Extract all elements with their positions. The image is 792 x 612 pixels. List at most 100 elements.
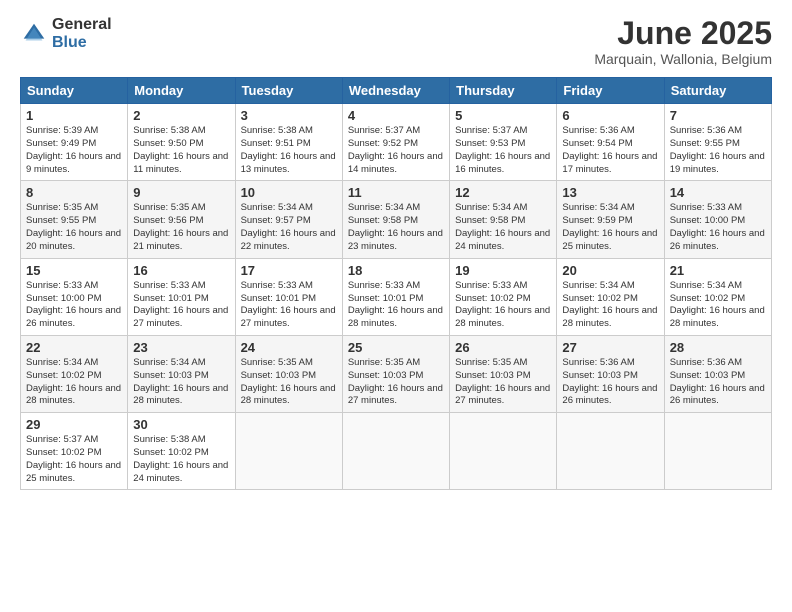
day-info: Sunrise: 5:35 AMSunset: 9:55 PMDaylight:… (26, 202, 122, 253)
calendar-cell: 20Sunrise: 5:34 AMSunset: 10:02 PMDaylig… (557, 258, 664, 335)
calendar-cell (342, 413, 449, 490)
calendar-cell (557, 413, 664, 490)
day-info: Sunrise: 5:33 AMSunset: 10:02 PMDaylight… (455, 280, 551, 331)
day-number: 12 (455, 185, 551, 200)
day-info: Sunrise: 5:33 AMSunset: 10:00 PMDaylight… (670, 202, 766, 253)
day-info: Sunrise: 5:35 AMSunset: 10:03 PMDaylight… (348, 357, 444, 408)
day-info: Sunrise: 5:36 AMSunset: 9:54 PMDaylight:… (562, 125, 658, 176)
calendar-cell: 1 Sunrise: 5:39 AMSunset: 9:49 PMDaylight… (21, 104, 128, 181)
calendar-cell: 23 Sunrise: 5:34 AMSunset: 10:03 PMDaylig… (128, 335, 235, 412)
calendar-cell: 21Sunrise: 5:34 AMSunset: 10:02 PMDaylig… (664, 258, 771, 335)
day-info: Sunrise: 5:34 AMSunset: 10:02 PMDaylight… (670, 280, 766, 331)
calendar-cell: 11 Sunrise: 5:34 AMSunset: 9:58 PMDayligh… (342, 181, 449, 258)
day-number: 14 (670, 185, 766, 200)
logo-general-text: General (52, 16, 112, 34)
weekday-header-thursday: Thursday (450, 78, 557, 104)
weekday-header-friday: Friday (557, 78, 664, 104)
day-info: Sunrise: 5:35 AMSunset: 10:03 PMDaylight… (241, 357, 337, 408)
day-info: Sunrise: 5:38 AMSunset: 9:50 PMDaylight:… (133, 125, 229, 176)
month-title: June 2025 (594, 16, 772, 51)
day-number: 26 (455, 340, 551, 355)
day-number: 6 (562, 108, 658, 123)
day-number: 15 (26, 263, 122, 278)
calendar-cell: 19 Sunrise: 5:33 AMSunset: 10:02 PMDaylig… (450, 258, 557, 335)
calendar-cell: 12 Sunrise: 5:34 AMSunset: 9:58 PMDayligh… (450, 181, 557, 258)
calendar-cell: 8Sunrise: 5:35 AMSunset: 9:55 PMDaylight… (21, 181, 128, 258)
weekday-header-tuesday: Tuesday (235, 78, 342, 104)
day-number: 1 (26, 108, 122, 123)
calendar: SundayMondayTuesdayWednesdayThursdayFrid… (20, 77, 772, 490)
day-number: 18 (348, 263, 444, 278)
day-info: Sunrise: 5:34 AMSunset: 10:03 PMDaylight… (133, 357, 229, 408)
calendar-cell: 17Sunrise: 5:33 AMSunset: 10:01 PMDaylig… (235, 258, 342, 335)
day-info: Sunrise: 5:36 AMSunset: 10:03 PMDaylight… (562, 357, 658, 408)
day-info: Sunrise: 5:37 AMSunset: 9:53 PMDaylight:… (455, 125, 551, 176)
calendar-cell: 5Sunrise: 5:37 AMSunset: 9:53 PMDaylight… (450, 104, 557, 181)
day-number: 27 (562, 340, 658, 355)
weekday-header-saturday: Saturday (664, 78, 771, 104)
day-info: Sunrise: 5:34 AMSunset: 9:57 PMDaylight:… (241, 202, 337, 253)
day-number: 30 (133, 417, 229, 432)
logo-icon (20, 20, 48, 48)
logo-blue-text: Blue (52, 34, 112, 52)
day-number: 4 (348, 108, 444, 123)
calendar-cell: 22 Sunrise: 5:34 AMSunset: 10:02 PMDaylig… (21, 335, 128, 412)
calendar-cell (664, 413, 771, 490)
weekday-header-row: SundayMondayTuesdayWednesdayThursdayFrid… (21, 78, 772, 104)
day-info: Sunrise: 5:34 AMSunset: 9:58 PMDaylight:… (348, 202, 444, 253)
day-number: 11 (348, 185, 444, 200)
day-info: Sunrise: 5:34 AMSunset: 9:58 PMDaylight:… (455, 202, 551, 253)
header: General Blue June 2025 Marquain, Walloni… (20, 16, 772, 67)
calendar-cell: 27 Sunrise: 5:36 AMSunset: 10:03 PMDaylig… (557, 335, 664, 412)
calendar-cell: 14 Sunrise: 5:33 AMSunset: 10:00 PMDaylig… (664, 181, 771, 258)
day-info: Sunrise: 5:39 AMSunset: 9:49 PMDaylight:… (26, 125, 122, 176)
calendar-cell: 4 Sunrise: 5:37 AMSunset: 9:52 PMDaylight… (342, 104, 449, 181)
calendar-cell: 16Sunrise: 5:33 AMSunset: 10:01 PMDaylig… (128, 258, 235, 335)
location: Marquain, Wallonia, Belgium (594, 51, 772, 67)
day-info: Sunrise: 5:35 AMSunset: 10:03 PMDaylight… (455, 357, 551, 408)
calendar-cell: 13Sunrise: 5:34 AMSunset: 9:59 PMDayligh… (557, 181, 664, 258)
weekday-header-monday: Monday (128, 78, 235, 104)
calendar-cell: 3 Sunrise: 5:38 AMSunset: 9:51 PMDaylight… (235, 104, 342, 181)
calendar-cell: 29 Sunrise: 5:37 AMSunset: 10:02 PMDaylig… (21, 413, 128, 490)
day-info: Sunrise: 5:36 AMSunset: 9:55 PMDaylight:… (670, 125, 766, 176)
day-info: Sunrise: 5:37 AMSunset: 9:52 PMDaylight:… (348, 125, 444, 176)
day-info: Sunrise: 5:33 AMSunset: 10:01 PMDaylight… (133, 280, 229, 331)
calendar-cell: 15Sunrise: 5:33 AMSunset: 10:00 PMDaylig… (21, 258, 128, 335)
day-info: Sunrise: 5:37 AMSunset: 10:02 PMDaylight… (26, 434, 122, 485)
day-number: 28 (670, 340, 766, 355)
day-number: 23 (133, 340, 229, 355)
calendar-cell: 24 Sunrise: 5:35 AMSunset: 10:03 PMDaylig… (235, 335, 342, 412)
day-number: 20 (562, 263, 658, 278)
calendar-cell: 28 Sunrise: 5:36 AMSunset: 10:03 PMDaylig… (664, 335, 771, 412)
day-info: Sunrise: 5:34 AMSunset: 10:02 PMDaylight… (26, 357, 122, 408)
day-number: 2 (133, 108, 229, 123)
calendar-week-row: 29 Sunrise: 5:37 AMSunset: 10:02 PMDaylig… (21, 413, 772, 490)
day-number: 10 (241, 185, 337, 200)
calendar-cell: 26 Sunrise: 5:35 AMSunset: 10:03 PMDaylig… (450, 335, 557, 412)
day-number: 17 (241, 263, 337, 278)
calendar-week-row: 8Sunrise: 5:35 AMSunset: 9:55 PMDaylight… (21, 181, 772, 258)
day-info: Sunrise: 5:38 AMSunset: 9:51 PMDaylight:… (241, 125, 337, 176)
day-info: Sunrise: 5:33 AMSunset: 10:01 PMDaylight… (348, 280, 444, 331)
day-number: 29 (26, 417, 122, 432)
calendar-cell (235, 413, 342, 490)
calendar-cell: 25 Sunrise: 5:35 AMSunset: 10:03 PMDaylig… (342, 335, 449, 412)
day-info: Sunrise: 5:36 AMSunset: 10:03 PMDaylight… (670, 357, 766, 408)
calendar-week-row: 22 Sunrise: 5:34 AMSunset: 10:02 PMDaylig… (21, 335, 772, 412)
calendar-cell: 18 Sunrise: 5:33 AMSunset: 10:01 PMDaylig… (342, 258, 449, 335)
day-info: Sunrise: 5:38 AMSunset: 10:02 PMDaylight… (133, 434, 229, 485)
logo: General Blue (20, 16, 112, 51)
weekday-header-sunday: Sunday (21, 78, 128, 104)
day-number: 3 (241, 108, 337, 123)
calendar-cell: 6 Sunrise: 5:36 AMSunset: 9:54 PMDaylight… (557, 104, 664, 181)
day-info: Sunrise: 5:35 AMSunset: 9:56 PMDaylight:… (133, 202, 229, 253)
weekday-header-wednesday: Wednesday (342, 78, 449, 104)
day-number: 19 (455, 263, 551, 278)
day-number: 24 (241, 340, 337, 355)
day-number: 7 (670, 108, 766, 123)
calendar-cell: 2 Sunrise: 5:38 AMSunset: 9:50 PMDaylight… (128, 104, 235, 181)
day-number: 9 (133, 185, 229, 200)
day-number: 25 (348, 340, 444, 355)
day-number: 22 (26, 340, 122, 355)
